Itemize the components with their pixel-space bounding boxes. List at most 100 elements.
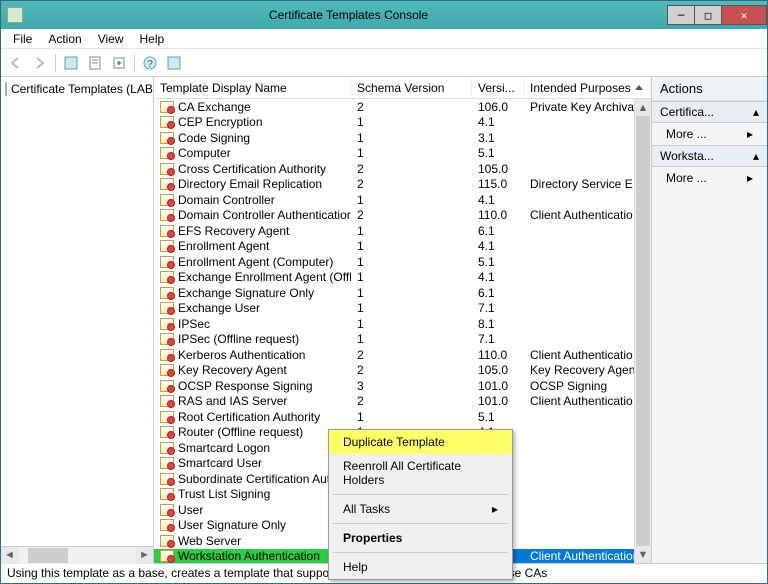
version: 6.1 [472, 286, 524, 300]
table-row[interactable]: Exchange Signature Only16.1 [154, 285, 651, 301]
table-row[interactable]: Domain Controller14.1 [154, 192, 651, 208]
table-row[interactable]: Enrollment Agent (Computer)15.1 [154, 254, 651, 270]
table-row[interactable]: Key Recovery Agent2105.0Key Recovery Age… [154, 363, 651, 379]
template-name: Computer [178, 146, 231, 160]
schema-version: 2 [351, 348, 472, 362]
actions-section-workstation[interactable]: Worksta...▴ [652, 145, 767, 167]
collapse-icon: ▴ [753, 149, 759, 163]
template-name: IPSec (Offline request) [178, 332, 299, 346]
intended-purposes: OCSP Signing [524, 379, 651, 393]
template-name: Exchange Enrollment Agent (Offline requ.… [178, 270, 351, 284]
table-row[interactable]: EFS Recovery Agent16.1 [154, 223, 651, 239]
scroll-right-icon[interactable]: ► [136, 547, 153, 564]
certificate-template-icon [160, 473, 174, 485]
titlebar[interactable]: Certificate Templates Console ─ □ ✕ [1, 1, 767, 29]
certificate-template-icon [160, 132, 174, 144]
column-headers: Template Display Name Schema Version Ver… [154, 77, 651, 99]
version: 4.1 [472, 193, 524, 207]
toolbar: ? [1, 49, 767, 77]
schema-version: 1 [351, 332, 472, 346]
table-row[interactable]: OCSP Response Signing3101.0OCSP Signing [154, 378, 651, 394]
version: 105.0 [472, 162, 524, 176]
vertical-scrollbar[interactable]: ▲ ▼ [634, 99, 651, 563]
table-row[interactable]: IPSec18.1 [154, 316, 651, 332]
table-row[interactable]: Code Signing13.1 [154, 130, 651, 146]
tree-pane: Certificate Templates (LABDC ◄ ► [1, 77, 154, 563]
close-button[interactable]: ✕ [721, 5, 767, 25]
col-template-display-name[interactable]: Template Display Name [154, 79, 351, 97]
menu-view[interactable]: View [90, 30, 132, 48]
show-hide-tree-button[interactable] [60, 52, 82, 74]
actions-section-certificate-templates[interactable]: Certifica...▴ [652, 101, 767, 123]
schema-version: 1 [351, 410, 472, 424]
table-row[interactable]: Enrollment Agent14.1 [154, 239, 651, 255]
schema-version: 1 [351, 255, 472, 269]
table-row[interactable]: Directory Email Replication2115.0Directo… [154, 177, 651, 193]
template-name: RAS and IAS Server [178, 394, 287, 408]
schema-version: 1 [351, 146, 472, 160]
ctx-separator [333, 494, 508, 495]
col-schema-version[interactable]: Schema Version [351, 79, 472, 97]
refresh-button[interactable] [163, 52, 185, 74]
version: 105.0 [472, 363, 524, 377]
certificate-template-icon [160, 333, 174, 345]
scroll-left-icon[interactable]: ◄ [1, 547, 18, 564]
help-button[interactable]: ? [139, 52, 161, 74]
actions-more-1[interactable]: More ...▸ [652, 123, 767, 145]
intended-purposes: Directory Service Email Replication [524, 177, 651, 191]
table-row[interactable]: Domain Controller Authentication2110.0Cl… [154, 208, 651, 224]
table-row[interactable]: Kerberos Authentication2110.0Client Auth… [154, 347, 651, 363]
col-intended-purposes[interactable]: Intended Purposes [524, 79, 651, 97]
table-row[interactable]: Cross Certification Authority2105.0 [154, 161, 651, 177]
template-name: EFS Recovery Agent [178, 224, 289, 238]
certificate-template-icon [160, 535, 174, 547]
template-name: Cross Certification Authority [178, 162, 326, 176]
version: 110.0 [472, 348, 524, 362]
col-version[interactable]: Versi... [472, 79, 524, 97]
tree-horizontal-scrollbar[interactable]: ◄ ► [1, 546, 153, 563]
scroll-thumb[interactable] [28, 548, 68, 563]
table-row[interactable]: Root Certification Authority15.1 [154, 409, 651, 425]
ctx-duplicate-template[interactable]: Duplicate Template [329, 430, 512, 454]
template-name: Smartcard Logon [178, 441, 270, 455]
table-row[interactable]: Computer15.1 [154, 146, 651, 162]
ctx-properties[interactable]: Properties [329, 526, 512, 550]
table-row[interactable]: RAS and IAS Server2101.0Client Authentic… [154, 394, 651, 410]
ctx-all-tasks[interactable]: All Tasks▸ [329, 497, 512, 521]
minimize-button[interactable]: ─ [667, 5, 695, 25]
actions-more-2[interactable]: More ...▸ [652, 167, 767, 189]
maximize-button[interactable]: □ [694, 5, 722, 25]
ctx-reenroll[interactable]: Reenroll All Certificate Holders [329, 454, 512, 492]
certificate-template-icon [160, 194, 174, 206]
version: 101.0 [472, 379, 524, 393]
table-row[interactable]: IPSec (Offline request)17.1 [154, 332, 651, 348]
menu-file[interactable]: File [5, 30, 40, 48]
schema-version: 1 [351, 224, 472, 238]
version: 5.1 [472, 410, 524, 424]
menu-help[interactable]: Help [132, 30, 173, 48]
version: 115.0 [472, 177, 524, 191]
scroll-up-icon[interactable]: ▲ [635, 99, 651, 116]
table-row[interactable]: CEP Encryption14.1 [154, 115, 651, 131]
version: 4.1 [472, 239, 524, 253]
intended-purposes: Private Key Archival [524, 100, 651, 114]
version: 8.1 [472, 317, 524, 331]
table-row[interactable]: Exchange User17.1 [154, 301, 651, 317]
export-list-button[interactable] [108, 52, 130, 74]
scroll-down-icon[interactable]: ▼ [635, 546, 651, 563]
properties-button[interactable] [84, 52, 106, 74]
folder-icon [5, 82, 7, 96]
toolbar-separator [134, 54, 135, 72]
table-row[interactable]: CA Exchange2106.0Private Key Archival [154, 99, 651, 115]
schema-version: 1 [351, 301, 472, 315]
menu-action[interactable]: Action [40, 30, 89, 48]
template-name: CEP Encryption [178, 115, 263, 129]
back-button [5, 52, 27, 74]
table-row[interactable]: Exchange Enrollment Agent (Offline requ.… [154, 270, 651, 286]
schema-version: 1 [351, 115, 472, 129]
scroll-thumb[interactable] [636, 116, 650, 546]
ctx-help[interactable]: Help [329, 555, 512, 579]
template-name: CA Exchange [178, 100, 251, 114]
tree-root-certificate-templates[interactable]: Certificate Templates (LABDC [3, 81, 151, 97]
schema-version: 1 [351, 270, 472, 284]
